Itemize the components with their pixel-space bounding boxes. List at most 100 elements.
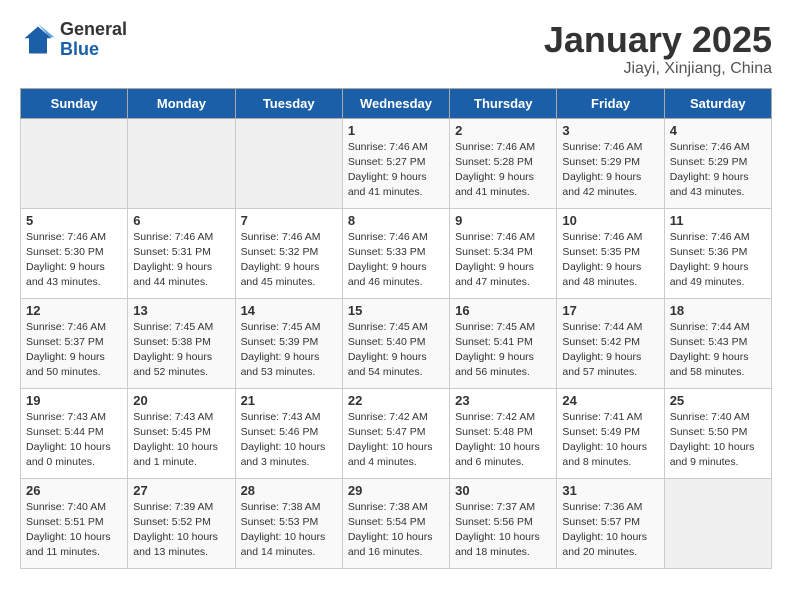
day-info: Sunrise: 7:46 AM Sunset: 5:30 PM Dayligh…	[26, 230, 122, 291]
day-info: Sunrise: 7:38 AM Sunset: 5:54 PM Dayligh…	[348, 500, 444, 561]
day-info: Sunrise: 7:36 AM Sunset: 5:57 PM Dayligh…	[562, 500, 658, 561]
day-info: Sunrise: 7:45 AM Sunset: 5:41 PM Dayligh…	[455, 320, 551, 381]
week-row-1: 1Sunrise: 7:46 AM Sunset: 5:27 PM Daylig…	[21, 118, 772, 208]
day-info: Sunrise: 7:46 AM Sunset: 5:35 PM Dayligh…	[562, 230, 658, 291]
calendar-body: 1Sunrise: 7:46 AM Sunset: 5:27 PM Daylig…	[21, 118, 772, 568]
day-number: 1	[348, 123, 444, 138]
day-info: Sunrise: 7:46 AM Sunset: 5:29 PM Dayligh…	[562, 140, 658, 201]
calendar-cell: 24Sunrise: 7:41 AM Sunset: 5:49 PM Dayli…	[557, 388, 664, 478]
weekday-header-sunday: Sunday	[21, 88, 128, 118]
day-number: 15	[348, 303, 444, 318]
day-info: Sunrise: 7:46 AM Sunset: 5:36 PM Dayligh…	[670, 230, 766, 291]
logo-general: General	[60, 20, 127, 40]
day-number: 2	[455, 123, 551, 138]
calendar-cell: 7Sunrise: 7:46 AM Sunset: 5:32 PM Daylig…	[235, 208, 342, 298]
day-info: Sunrise: 7:46 AM Sunset: 5:37 PM Dayligh…	[26, 320, 122, 381]
calendar-cell	[21, 118, 128, 208]
weekday-header-wednesday: Wednesday	[342, 88, 449, 118]
day-number: 21	[241, 393, 337, 408]
calendar-cell: 23 Sunrise: 7:42 AM Sunset: 5:48 PM Dayli…	[450, 388, 557, 478]
day-info: Sunrise: 7:38 AM Sunset: 5:53 PM Dayligh…	[241, 500, 337, 561]
weekday-header-thursday: Thursday	[450, 88, 557, 118]
day-info: Sunrise: 7:46 AM Sunset: 5:31 PM Dayligh…	[133, 230, 229, 291]
day-number: 8	[348, 213, 444, 228]
calendar-cell: 10 Sunrise: 7:46 AM Sunset: 5:35 PM Dayli…	[557, 208, 664, 298]
logo-blue: Blue	[60, 40, 127, 60]
day-info: Sunrise: 7:46 AM Sunset: 5:34 PM Dayligh…	[455, 230, 551, 291]
day-number: 29	[348, 483, 444, 498]
day-number: 10	[562, 213, 658, 228]
day-number: 9	[455, 213, 551, 228]
calendar-cell: 18 Sunrise: 7:44 AM Sunset: 5:43 PM Dayli…	[664, 298, 771, 388]
calendar-cell: 25 Sunrise: 7:40 AM Sunset: 5:50 PM Dayli…	[664, 388, 771, 478]
day-number: 17	[562, 303, 658, 318]
day-info: Sunrise: 7:39 AM Sunset: 5:52 PM Dayligh…	[133, 500, 229, 561]
weekday-header-saturday: Saturday	[664, 88, 771, 118]
calendar-cell: 1Sunrise: 7:46 AM Sunset: 5:27 PM Daylig…	[342, 118, 449, 208]
day-info: Sunrise: 7:40 AM Sunset: 5:51 PM Dayligh…	[26, 500, 122, 561]
page-header: General Blue January 2025 Jiayi, Xinjian…	[20, 20, 772, 78]
week-row-2: 5 Sunrise: 7:46 AM Sunset: 5:30 PM Daylig…	[21, 208, 772, 298]
day-number: 19	[26, 393, 122, 408]
week-row-5: 26Sunrise: 7:40 AM Sunset: 5:51 PM Dayli…	[21, 478, 772, 568]
day-info: Sunrise: 7:40 AM Sunset: 5:50 PM Dayligh…	[670, 410, 766, 471]
day-number: 5	[26, 213, 122, 228]
day-info: Sunrise: 7:42 AM Sunset: 5:48 PM Dayligh…	[455, 410, 551, 471]
day-info: Sunrise: 7:45 AM Sunset: 5:39 PM Dayligh…	[241, 320, 337, 381]
title-block: January 2025 Jiayi, Xinjiang, China	[544, 20, 772, 78]
calendar-cell: 26Sunrise: 7:40 AM Sunset: 5:51 PM Dayli…	[21, 478, 128, 568]
day-number: 3	[562, 123, 658, 138]
calendar-header: SundayMondayTuesdayWednesdayThursdayFrid…	[21, 88, 772, 118]
calendar-cell: 9 Sunrise: 7:46 AM Sunset: 5:34 PM Daylig…	[450, 208, 557, 298]
location: Jiayi, Xinjiang, China	[544, 60, 772, 78]
calendar-cell	[235, 118, 342, 208]
day-number: 24	[562, 393, 658, 408]
day-info: Sunrise: 7:46 AM Sunset: 5:29 PM Dayligh…	[670, 140, 766, 201]
day-info: Sunrise: 7:42 AM Sunset: 5:47 PM Dayligh…	[348, 410, 444, 471]
day-info: Sunrise: 7:37 AM Sunset: 5:56 PM Dayligh…	[455, 500, 551, 561]
day-number: 27	[133, 483, 229, 498]
day-info: Sunrise: 7:43 AM Sunset: 5:46 PM Dayligh…	[241, 410, 337, 471]
day-info: Sunrise: 7:43 AM Sunset: 5:45 PM Dayligh…	[133, 410, 229, 471]
day-info: Sunrise: 7:43 AM Sunset: 5:44 PM Dayligh…	[26, 410, 122, 471]
logo-text: General Blue	[60, 20, 127, 60]
calendar-cell: 29 Sunrise: 7:38 AM Sunset: 5:54 PM Dayli…	[342, 478, 449, 568]
day-number: 22	[348, 393, 444, 408]
calendar-cell	[664, 478, 771, 568]
calendar-cell: 28Sunrise: 7:38 AM Sunset: 5:53 PM Dayli…	[235, 478, 342, 568]
calendar-cell: 5 Sunrise: 7:46 AM Sunset: 5:30 PM Daylig…	[21, 208, 128, 298]
month-title: January 2025	[544, 20, 772, 60]
day-info: Sunrise: 7:44 AM Sunset: 5:42 PM Dayligh…	[562, 320, 658, 381]
calendar-cell: 30 Sunrise: 7:37 AM Sunset: 5:56 PM Dayli…	[450, 478, 557, 568]
day-number: 25	[670, 393, 766, 408]
day-number: 30	[455, 483, 551, 498]
calendar-table: SundayMondayTuesdayWednesdayThursdayFrid…	[20, 88, 772, 569]
calendar-cell: 14 Sunrise: 7:45 AM Sunset: 5:39 PM Dayli…	[235, 298, 342, 388]
weekday-header-row: SundayMondayTuesdayWednesdayThursdayFrid…	[21, 88, 772, 118]
calendar-cell: 11Sunrise: 7:46 AM Sunset: 5:36 PM Dayli…	[664, 208, 771, 298]
calendar-cell: 16Sunrise: 7:45 AM Sunset: 5:41 PM Dayli…	[450, 298, 557, 388]
day-number: 6	[133, 213, 229, 228]
weekday-header-monday: Monday	[128, 88, 235, 118]
day-info: Sunrise: 7:46 AM Sunset: 5:28 PM Dayligh…	[455, 140, 551, 201]
day-info: Sunrise: 7:46 AM Sunset: 5:32 PM Dayligh…	[241, 230, 337, 291]
day-number: 14	[241, 303, 337, 318]
calendar-cell: 20Sunrise: 7:43 AM Sunset: 5:45 PM Dayli…	[128, 388, 235, 478]
day-info: Sunrise: 7:44 AM Sunset: 5:43 PM Dayligh…	[670, 320, 766, 381]
week-row-4: 19 Sunrise: 7:43 AM Sunset: 5:44 PM Dayli…	[21, 388, 772, 478]
day-number: 4	[670, 123, 766, 138]
week-row-3: 12Sunrise: 7:46 AM Sunset: 5:37 PM Dayli…	[21, 298, 772, 388]
day-info: Sunrise: 7:45 AM Sunset: 5:40 PM Dayligh…	[348, 320, 444, 381]
day-number: 18	[670, 303, 766, 318]
day-info: Sunrise: 7:45 AM Sunset: 5:38 PM Dayligh…	[133, 320, 229, 381]
calendar-cell: 27 Sunrise: 7:39 AM Sunset: 5:52 PM Dayli…	[128, 478, 235, 568]
calendar-cell: 2 Sunrise: 7:46 AM Sunset: 5:28 PM Daylig…	[450, 118, 557, 208]
day-info: Sunrise: 7:46 AM Sunset: 5:33 PM Dayligh…	[348, 230, 444, 291]
calendar-cell: 31 Sunrise: 7:36 AM Sunset: 5:57 PM Dayli…	[557, 478, 664, 568]
day-number: 23	[455, 393, 551, 408]
calendar-cell: 8 Sunrise: 7:46 AM Sunset: 5:33 PM Daylig…	[342, 208, 449, 298]
weekday-header-friday: Friday	[557, 88, 664, 118]
day-number: 31	[562, 483, 658, 498]
calendar-cell	[128, 118, 235, 208]
calendar-cell: 21 Sunrise: 7:43 AM Sunset: 5:46 PM Dayli…	[235, 388, 342, 478]
